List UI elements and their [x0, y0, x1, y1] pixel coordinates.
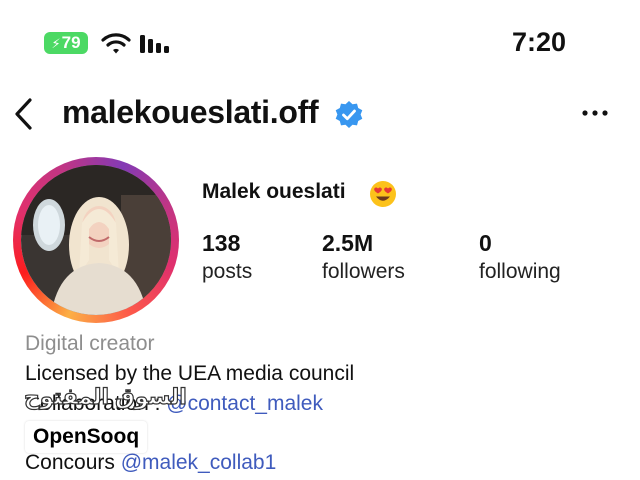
following-count: 0 — [479, 230, 492, 256]
bolt-icon: ⚡ — [51, 36, 61, 51]
avatar-image — [21, 165, 171, 315]
battery-indicator: ⚡79 — [44, 32, 88, 54]
bio-line: Licensed by the UEA media council — [25, 362, 355, 385]
collab-handle-link[interactable]: @contact_malek — [166, 392, 323, 415]
bio-concours-prefix: Concours — [25, 451, 121, 474]
posts-stat[interactable]: 138 posts — [202, 230, 252, 288]
profile-username: malekoueslati.off — [62, 94, 319, 130]
posts-count: 138 — [202, 230, 241, 256]
display-name: Malek oueslati — [202, 180, 346, 203]
opensooq-watermark: OpenSooq — [25, 421, 148, 453]
verified-icon — [335, 101, 363, 128]
avatar[interactable] — [21, 165, 171, 315]
signal-icon — [140, 35, 169, 53]
battery-level: 79 — [61, 33, 81, 52]
wifi-icon — [101, 33, 131, 54]
profile-header: malekoueslati.off — [0, 86, 640, 146]
following-label: following — [479, 260, 561, 283]
followers-count: 2.5M — [322, 230, 374, 256]
followers-stat[interactable]: 2.5M followers — [322, 230, 405, 288]
profile-category: Digital creator — [25, 332, 155, 355]
story-ring[interactable] — [13, 157, 179, 323]
heart-eyes-emoji-icon — [370, 181, 396, 207]
more-icon[interactable] — [580, 106, 610, 120]
watermark-arabic: السوق المفتوح — [23, 383, 187, 409]
back-icon[interactable] — [12, 96, 36, 132]
status-time: 7:20 — [511, 27, 566, 57]
posts-label: posts — [202, 260, 253, 283]
bio-concours-line: Concours @malek_collab1 — [25, 451, 276, 475]
status-bar: ⚡79 7:20 — [0, 0, 640, 86]
concours-handle-link[interactable]: @malek_collab1 — [121, 451, 277, 474]
following-stat[interactable]: 0 following — [479, 230, 561, 288]
followers-label: followers — [322, 260, 405, 283]
